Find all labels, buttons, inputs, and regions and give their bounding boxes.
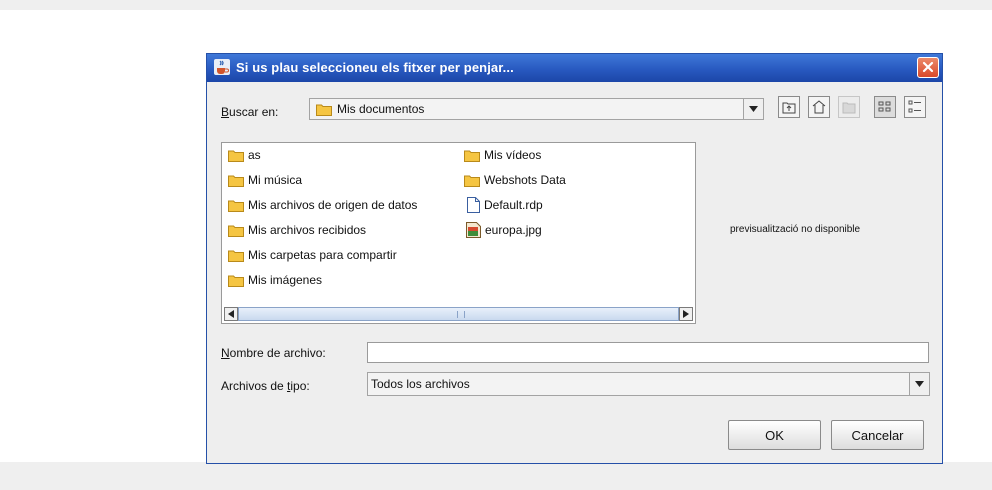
details-view-icon [908, 100, 921, 113]
list-item[interactable]: Default.rdp [467, 196, 543, 214]
scroll-thumb[interactable] [238, 307, 679, 321]
file-icon [467, 197, 480, 213]
folder-icon [464, 150, 480, 162]
chevron-down-icon [915, 381, 924, 387]
scroll-track[interactable] [238, 307, 679, 321]
filetype-label: Archivos de tipo: [221, 379, 310, 393]
filetype-value: Todos los archivos [371, 377, 470, 391]
file-list[interactable]: as Mi música Mis archivos de origen de d… [221, 142, 696, 324]
filename-input[interactable] [367, 342, 929, 363]
page-top-band [0, 0, 992, 10]
close-icon [922, 61, 934, 73]
preview-text: previsualització no disponible [730, 224, 861, 235]
list-item[interactable]: Mis carpetas para compartir [228, 246, 397, 264]
file-chooser-dialog: Si us plau seleccioneu els fitxer per pe… [206, 53, 943, 464]
details-view-button[interactable] [904, 96, 926, 118]
close-button[interactable] [917, 57, 939, 78]
folder-icon [228, 175, 244, 187]
folder-icon [316, 103, 332, 119]
lookin-dropdown-button[interactable] [743, 99, 763, 119]
list-item[interactable]: Mis archivos recibidos [228, 221, 366, 239]
chevron-down-icon [749, 106, 758, 112]
horizontal-scrollbar[interactable] [224, 307, 693, 321]
list-item[interactable]: europa.jpg [466, 221, 542, 239]
new-folder-icon [842, 102, 856, 114]
list-item[interactable]: Mis archivos de origen de datos [228, 196, 417, 214]
list-item[interactable]: Mis vídeos [464, 146, 541, 164]
list-item[interactable]: Mi música [228, 171, 302, 189]
folder-icon [228, 225, 244, 237]
list-view-button[interactable] [874, 96, 896, 118]
arrow-left-icon [228, 310, 234, 318]
folder-icon [228, 150, 244, 162]
lookin-label: Buscar en: [221, 105, 279, 119]
arrow-right-icon [683, 310, 689, 318]
lookin-value: Mis documentos [337, 102, 425, 116]
scroll-left-button[interactable] [224, 307, 238, 321]
folder-icon [228, 275, 244, 287]
java-cup-icon [214, 59, 230, 75]
up-one-level-button[interactable] [778, 96, 800, 118]
scroll-right-button[interactable] [679, 307, 693, 321]
ok-button[interactable]: OK [728, 420, 821, 450]
lookin-combo[interactable]: Mis documentos [309, 98, 764, 120]
dialog-title: Si us plau seleccioneu els fitxer per pe… [236, 60, 514, 75]
home-button[interactable] [808, 96, 830, 118]
list-item[interactable]: Webshots Data [464, 171, 566, 189]
page-bottom-band [0, 462, 992, 490]
image-file-icon [466, 222, 481, 238]
dialog-titlebar[interactable]: Si us plau seleccioneu els fitxer per pe… [207, 54, 942, 82]
grip-icon [457, 311, 465, 318]
folder-icon [228, 250, 244, 262]
list-item[interactable]: Mis imágenes [228, 271, 322, 289]
folder-icon [464, 175, 480, 187]
filetype-dropdown-button[interactable] [909, 373, 929, 395]
home-icon [812, 100, 826, 114]
folder-icon [228, 200, 244, 212]
list-item[interactable]: as [228, 146, 261, 164]
cancel-button[interactable]: Cancelar [831, 420, 924, 450]
filetype-combo[interactable]: Todos los archivos [367, 372, 930, 396]
filename-label: Nombre de archivo: [221, 346, 326, 360]
new-folder-button[interactable] [838, 96, 860, 118]
up-one-level-icon [782, 102, 796, 114]
list-view-icon [878, 101, 891, 112]
